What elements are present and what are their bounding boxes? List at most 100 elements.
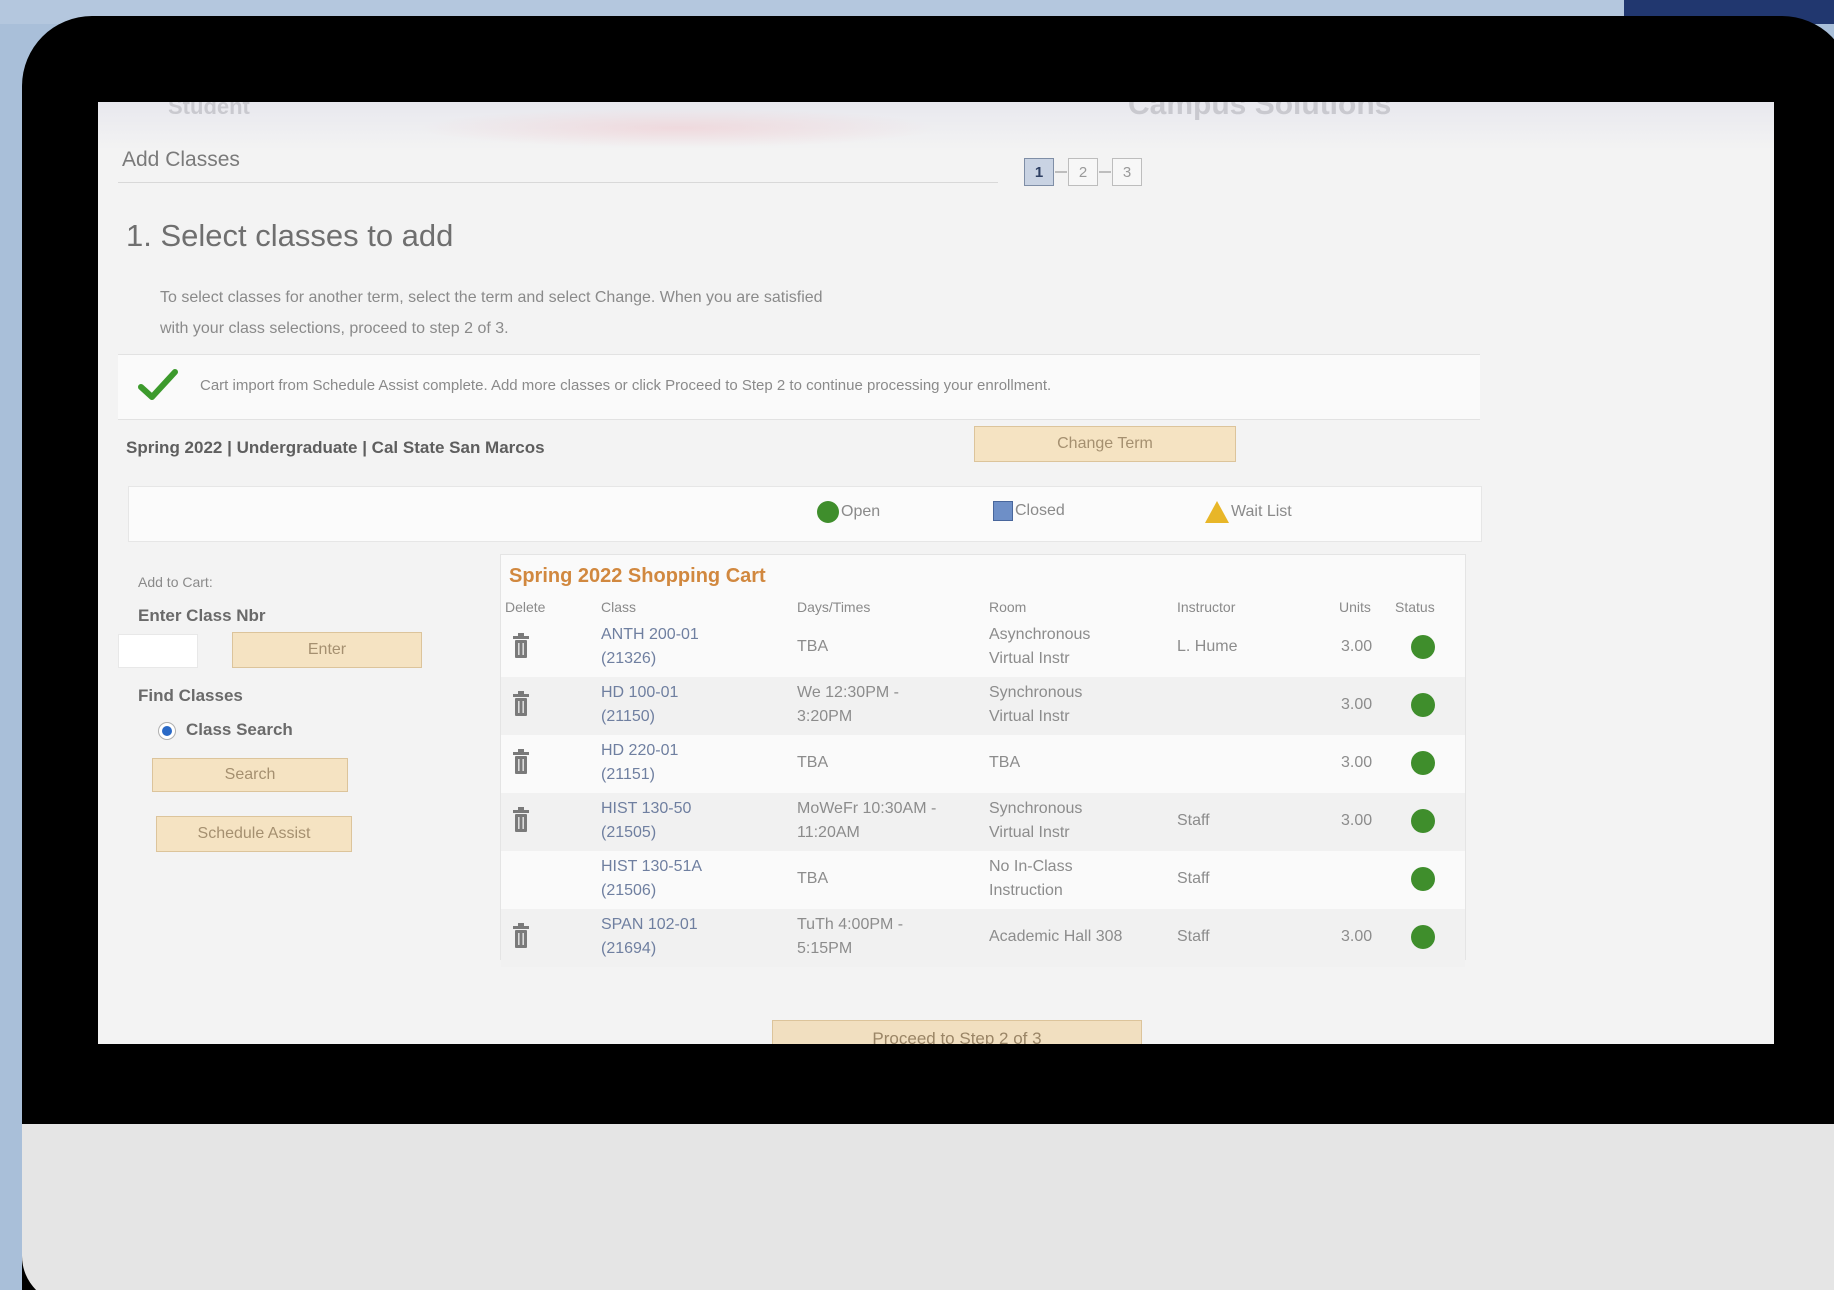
- banner-graphic: [418, 108, 938, 148]
- search-button[interactable]: Search: [152, 758, 348, 792]
- step-3: 3: [1112, 158, 1142, 186]
- trash-icon[interactable]: [511, 691, 531, 722]
- instructor: Staff: [1177, 812, 1210, 829]
- units: 3.00: [1341, 928, 1373, 945]
- class-number[interactable]: (21505): [601, 821, 656, 845]
- units: 3.00: [1341, 812, 1373, 829]
- step-connector: [1099, 171, 1111, 173]
- legend-open: Open: [817, 501, 880, 523]
- open-status-icon: [1411, 635, 1435, 659]
- class-number[interactable]: (21150): [601, 705, 655, 729]
- legend-wait-list-label: Wait List: [1231, 503, 1292, 520]
- trash-icon[interactable]: [511, 807, 531, 838]
- proceed-to-step-2-button[interactable]: Proceed to Step 2 of 3: [772, 1020, 1142, 1044]
- units: 3.00: [1341, 696, 1373, 713]
- class-nbr-input[interactable]: [118, 634, 198, 668]
- days-times-line-1: We 12:30PM -: [797, 684, 899, 701]
- room-line-1: Synchronous: [989, 684, 1083, 701]
- days-times-line-1: TuTh 4:00PM -: [797, 916, 904, 933]
- status-legend: Open Closed Wait List: [128, 486, 1482, 542]
- screen: Student Campus Solutions Add Classes 1 2…: [98, 102, 1774, 1044]
- success-message: Cart import from Schedule Assist complet…: [200, 377, 1052, 394]
- open-icon: [817, 501, 839, 523]
- column-header-units: Units: [1339, 599, 1371, 615]
- open-status-icon: [1411, 925, 1435, 949]
- instructions-line-2: with your class selections, proceed to s…: [160, 320, 509, 337]
- room-line-2: Virtual Instr: [989, 708, 1070, 725]
- instructions: To select classes for another term, sele…: [160, 282, 1060, 344]
- column-header-instructor: Instructor: [1177, 599, 1236, 615]
- find-classes-label: Find Classes: [138, 686, 243, 705]
- class-code[interactable]: HIST 130-50: [601, 797, 691, 821]
- open-status-icon: [1411, 751, 1435, 775]
- legend-closed-label: Closed: [1015, 502, 1065, 519]
- section-heading: 1. Select classes to add: [126, 218, 454, 253]
- banner-left-text: Student: [168, 102, 250, 119]
- room-line-1: Academic Hall 308: [989, 928, 1123, 945]
- wait-list-icon: [1205, 501, 1229, 523]
- units: 3.00: [1341, 754, 1373, 771]
- trash-icon[interactable]: [511, 923, 531, 954]
- room-line-2: Virtual Instr: [989, 650, 1070, 667]
- step-2: 2: [1068, 158, 1098, 186]
- term-info: Spring 2022 | Undergraduate | Cal State …: [126, 438, 545, 457]
- class-code[interactable]: SPAN 102-01: [601, 913, 698, 937]
- change-term-button[interactable]: Change Term: [974, 426, 1236, 462]
- table-row: HIST 130-50 (21505) MoWeFr 10:30AM - 11:20A…: [501, 793, 1465, 851]
- class-number[interactable]: (21694): [601, 937, 656, 961]
- room-line-2: Instruction: [989, 882, 1063, 899]
- room-line-1: TBA: [989, 754, 1021, 771]
- instructor: Staff: [1177, 870, 1210, 887]
- class-code[interactable]: ANTH 200-01: [601, 623, 699, 647]
- legend-open-label: Open: [841, 503, 881, 520]
- class-number[interactable]: (21326): [601, 647, 656, 671]
- shopping-cart: Spring 2022 Shopping Cart Delete Class D…: [500, 554, 1466, 967]
- enter-class-nbr-label: Enter Class Nbr: [138, 606, 266, 625]
- room-line-1: No In-Class: [989, 858, 1073, 875]
- legend-wait-list: Wait List: [1205, 501, 1292, 523]
- class-code[interactable]: HD 100-01: [601, 681, 678, 705]
- enter-button[interactable]: Enter: [232, 632, 422, 668]
- instructor: Staff: [1177, 928, 1210, 945]
- monitor-chin: [22, 1124, 1834, 1290]
- days-times-line-1: TBA: [797, 754, 829, 771]
- days-times-line-2: 3:20PM: [797, 708, 853, 725]
- trash-icon[interactable]: [511, 749, 531, 780]
- schedule-assist-button[interactable]: Schedule Assist: [156, 816, 352, 852]
- class-number[interactable]: (21506): [601, 879, 656, 903]
- column-header-status: Status: [1395, 599, 1435, 615]
- class-search-radio[interactable]: [158, 722, 176, 740]
- class-number[interactable]: (21151): [601, 763, 655, 787]
- step-indicator: 1 2 3: [1024, 158, 1142, 186]
- step-connector: [1055, 171, 1067, 173]
- days-times-line-1: TBA: [797, 870, 829, 887]
- page-title: Add Classes: [122, 148, 240, 171]
- open-status-icon: [1411, 809, 1435, 833]
- legend-closed: Closed: [993, 501, 1065, 521]
- days-times-line-1: TBA: [797, 638, 829, 655]
- column-header-room: Room: [989, 599, 1027, 615]
- column-header-class: Class: [601, 599, 637, 615]
- column-header-days-times: Days/Times: [797, 599, 871, 615]
- closed-icon: [993, 501, 1013, 521]
- room-line-2: Virtual Instr: [989, 824, 1070, 841]
- days-times-line-2: 5:15PM: [797, 940, 853, 957]
- add-to-cart-label: Add to Cart:: [138, 574, 213, 590]
- class-code[interactable]: HIST 130-51A: [601, 855, 702, 879]
- title-divider: [118, 182, 998, 183]
- trash-icon[interactable]: [511, 633, 531, 664]
- room-line-1: Synchronous: [989, 800, 1083, 817]
- table-row: SPAN 102-01 (21694) TuTh 4:00PM - 5:15PM Aca…: [501, 909, 1465, 967]
- class-search-label: Class Search: [186, 720, 293, 739]
- step-1: 1: [1024, 158, 1054, 186]
- table-row: HD 220-01 (21151) TBA TBA 3.00: [501, 735, 1465, 793]
- open-status-icon: [1411, 867, 1435, 891]
- header-banner: Student Campus Solutions: [98, 102, 1774, 150]
- units: 3.00: [1341, 638, 1373, 655]
- table-row: HD 100-01 (21150) We 12:30PM - 3:20PM Synchr…: [501, 677, 1465, 735]
- instructions-line-1: To select classes for another term, sele…: [160, 289, 823, 306]
- days-times-line-2: 11:20AM: [797, 824, 860, 841]
- class-code[interactable]: HD 220-01: [601, 739, 678, 763]
- room-line-1: Asynchronous: [989, 626, 1091, 643]
- table-row: ANTH 200-01 (21326) TBA Asynchronous Virtual…: [501, 619, 1465, 677]
